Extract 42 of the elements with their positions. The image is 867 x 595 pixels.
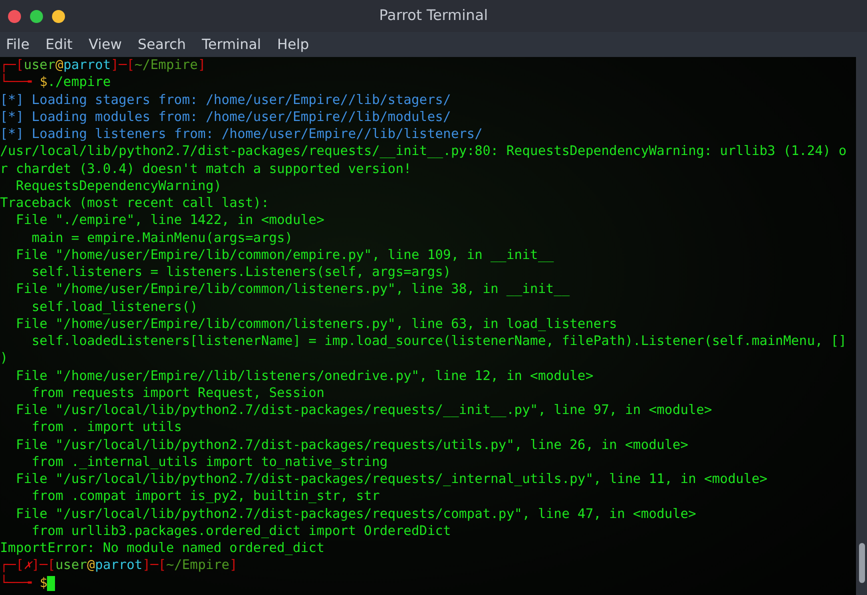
scrollbar-thumb[interactable] — [858, 543, 864, 583]
terminal-line: File "/home/user/Empire/lib/common/empire.py", line 109, in __init__ — [14, 246, 554, 264]
terminal-line: ImportError: No module named ordered_dict — [0, 540, 324, 558]
terminal-line: from .compat import is_py2, builtin_str, str — [30, 488, 380, 506]
window-title: Parrot Terminal — [378, 8, 489, 24]
terminal-line: File "/usr/local/lib/python2.7/dist-packages/requests/utils.py", line 26, in <module> — [14, 436, 688, 454]
terminal-line: Traceback (most recent call last): — [0, 195, 269, 212]
terminal-line: from . import utils — [30, 419, 182, 436]
menu-item[interactable]: Help — [277, 34, 309, 54]
terminal-line: └──╼ $./empire — [0, 74, 111, 92]
terminal-line: ┌─[✗]─[user@parrot]─[~/Empire] — [0, 557, 238, 574]
menu-item[interactable]: File — [6, 34, 30, 54]
menu-item[interactable]: Search — [138, 34, 186, 54]
terminal-line: File "/usr/local/lib/python2.7/dist-packages/requests/compat.py", line 47, in <module> — [14, 506, 696, 523]
terminal-line: File "/usr/local/lib/python2.7/dist-packages/requests/__init__.py", line 97, in <module> — [14, 402, 712, 420]
menu-item[interactable]: Terminal — [202, 34, 262, 54]
menu-item[interactable]: Edit — [45, 34, 73, 54]
terminal-line: File "./empire", line 1422, in <module> — [14, 212, 324, 230]
terminal-line: self.listeners = listeners.Listeners(self, args=args) — [30, 264, 451, 282]
terminal-line: self.load_listeners() — [30, 298, 198, 316]
close-button[interactable] — [8, 10, 21, 22]
maximize-button[interactable] — [30, 10, 43, 22]
minimize-button[interactable] — [52, 10, 65, 22]
terminal-line: File "/home/user/Empire/lib/common/listeners.py", line 63, in load_listeners — [14, 316, 618, 333]
terminal-line: [*] Loading listeners from: /home/user/Empire//lib/listeners/ — [0, 126, 483, 144]
terminal-line: self.loadedListeners[listenerName] = imp.load_source(listenerName, filePath).Listener(self.mainMenu, [] — [30, 333, 847, 350]
terminal-line: File "/home/user/Empire//lib/listeners/onedrive.py", line 12, in <module> — [14, 368, 594, 385]
terminal-line: RequestsDependencyWarning) — [14, 178, 222, 195]
terminal-line: main = empire.MainMenu(args=args) — [30, 230, 293, 247]
menu-item[interactable]: View — [88, 34, 122, 54]
terminal-line: ┌─[user@parrot]─[~/Empire] — [0, 57, 206, 74]
terminal-line: from requests import Request, Session — [30, 384, 324, 402]
terminal-line: r chardet (3.0.4) doesn't match a supported version! — [0, 160, 412, 178]
terminal-line: from urllib3.packages.ordered_dict import OrderedDict — [30, 522, 451, 540]
terminal-line: [*] Loading modules from: /home/user/Empire//lib/modules/ — [0, 108, 451, 126]
terminal-line: /usr/local/lib/python2.7/dist-packages/requests/__init__.py:80: RequestsDependencyWarning: urllib3 (1.24) o — [0, 143, 847, 160]
terminal-line: File "/usr/local/lib/python2.7/dist-packages/requests/_internal_utils.py", line 11, in <module> — [14, 471, 768, 488]
terminal-line: [*] Loading stagers from: /home/user/Empire//lib/stagers/ — [0, 92, 451, 109]
terminal-line: from ._internal_utils import to_native_string — [30, 454, 388, 471]
terminal-line: File "/home/user/Empire/lib/common/listeners.py", line 38, in __init__ — [14, 281, 570, 298]
terminal-line: ) — [0, 350, 8, 368]
terminal-line: └──╼ $ — [0, 574, 48, 592]
